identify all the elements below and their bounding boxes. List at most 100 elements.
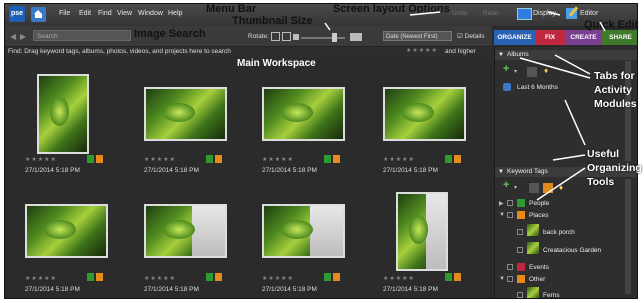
- thumbnail[interactable]: [262, 204, 345, 258]
- people-tag-icon: [206, 273, 213, 281]
- undo-button[interactable]: Undo: [452, 10, 468, 17]
- toolbar: ◀ ▶ Search Rotate: Date (Newest First) ☑…: [5, 26, 492, 47]
- keyword-other[interactable]: Other: [529, 276, 545, 283]
- rating-stars[interactable]: ★★★★★: [144, 275, 176, 282]
- add-keyword-icon[interactable]: +: [503, 179, 509, 191]
- editor-menu[interactable]: Editor: [580, 10, 598, 17]
- small-thumb-icon[interactable]: [293, 34, 299, 40]
- keyword-people[interactable]: People: [529, 200, 549, 207]
- edit-album-icon[interactable]: [527, 67, 537, 77]
- places-icon: [517, 211, 525, 219]
- keywords-scrollbar[interactable]: [625, 179, 631, 294]
- rating-stars[interactable]: ★★★★★: [262, 275, 294, 282]
- keyword-places[interactable]: Places: [529, 212, 549, 219]
- menu-file[interactable]: File: [59, 10, 70, 17]
- tab-create[interactable]: CREATE: [565, 30, 602, 45]
- places-tag-icon: [96, 155, 103, 163]
- slider-handle[interactable]: [332, 33, 337, 42]
- places-tag-icon: [215, 273, 222, 281]
- keyword-events[interactable]: Events: [529, 264, 549, 271]
- rating-stars[interactable]: ★★★★★: [144, 156, 176, 163]
- dropdown-arrow-icon[interactable]: ▾: [514, 68, 517, 75]
- menu-window[interactable]: Window: [138, 10, 163, 17]
- collapse-arrow-icon[interactable]: ▼: [498, 167, 504, 177]
- rotate-right-icon[interactable]: [282, 32, 291, 41]
- rating-stars[interactable]: ★★★★★: [383, 156, 415, 163]
- albums-title: Albums: [507, 51, 529, 58]
- thumbnail[interactable]: [383, 87, 466, 141]
- thumbnail[interactable]: [144, 87, 227, 141]
- add-album-icon[interactable]: +: [503, 63, 509, 75]
- places-tag-icon: [96, 273, 103, 281]
- details-checkbox[interactable]: ☑ Details: [457, 32, 485, 40]
- menu-edit[interactable]: Edit: [79, 10, 91, 17]
- filter-stars[interactable]: ★★★★★: [406, 47, 438, 54]
- tab-share[interactable]: SHARE: [602, 30, 637, 45]
- rating-stars[interactable]: ★★★★★: [25, 156, 57, 163]
- main-workspace-label: Main Workspace: [237, 58, 316, 69]
- collapse-arrow-icon[interactable]: ▼: [499, 212, 505, 218]
- and-higher-label: and higher: [445, 48, 476, 55]
- rotate-left-icon[interactable]: [271, 32, 280, 41]
- find-hint: Find: Drag keyword tags, albums, photos,…: [8, 48, 231, 55]
- ferns-checkbox[interactable]: [517, 292, 523, 298]
- people-tag-icon: [87, 273, 94, 281]
- places-tag-icon: [215, 155, 222, 163]
- find-bar[interactable]: Find: Drag keyword tags, albums, photos,…: [5, 47, 492, 57]
- tab-organize[interactable]: ORGANIZE: [494, 30, 535, 45]
- places-tag-icon: [454, 155, 461, 163]
- places-tag-icon: [333, 273, 340, 281]
- creatacious-garden-checkbox[interactable]: [517, 247, 523, 253]
- right-panel: ▼ Albums + ▾ ♦ Last 6 Months ▼ Keyword T…: [494, 47, 637, 298]
- collapse-arrow-icon[interactable]: ▼: [498, 50, 504, 60]
- back-porch-checkbox[interactable]: [517, 229, 523, 235]
- tag-filter-icon[interactable]: [543, 183, 553, 193]
- forward-arrow-icon[interactable]: ▶: [20, 32, 26, 41]
- thumbnail-date: 27/1/2014 5:18 PM: [144, 286, 199, 293]
- keyword-tags-header[interactable]: ▼ Keyword Tags: [495, 167, 637, 177]
- album-item[interactable]: Last 6 Months: [517, 84, 558, 91]
- menu-help[interactable]: Help: [168, 10, 182, 17]
- events-checkbox[interactable]: [507, 264, 513, 270]
- editor-icon: [566, 8, 577, 19]
- details-label: Details: [464, 33, 485, 40]
- other-checkbox[interactable]: [507, 276, 513, 282]
- rating-stars[interactable]: ★★★★★: [262, 156, 294, 163]
- bulb-icon: ♦: [559, 183, 564, 192]
- creatacious-garden-thumbnail: [527, 242, 539, 254]
- keyword-back-porch[interactable]: back porch: [543, 229, 575, 236]
- expand-arrow-icon[interactable]: ▶: [499, 200, 504, 207]
- albums-scrollbar[interactable]: [625, 61, 631, 161]
- people-checkbox[interactable]: [507, 200, 513, 206]
- thumbnail[interactable]: [262, 87, 345, 141]
- collapse-arrow-icon[interactable]: ▼: [499, 276, 505, 282]
- app-logo-icon: pse: [9, 6, 25, 22]
- menu-find[interactable]: Find: [98, 10, 112, 17]
- app-window: pse File Edit Find View Window Help Undo…: [4, 3, 638, 299]
- places-checkbox[interactable]: [507, 212, 513, 218]
- rating-stars[interactable]: ★★★★★: [25, 275, 57, 282]
- albums-header[interactable]: ▼ Albums: [495, 50, 637, 60]
- display-menu[interactable]: Display: [533, 10, 556, 17]
- keyword-creatacious-garden[interactable]: Creatacious Garden: [543, 247, 601, 254]
- sort-select[interactable]: Date (Newest First): [383, 31, 452, 41]
- thumbnail[interactable]: [25, 204, 108, 258]
- edit-keyword-icon[interactable]: [529, 183, 539, 193]
- dropdown-arrow-icon[interactable]: ▾: [514, 184, 517, 191]
- rating-stars[interactable]: ★★★★★: [383, 275, 415, 282]
- thumbnail-size-slider[interactable]: [301, 37, 345, 39]
- thumbnail[interactable]: [144, 204, 227, 258]
- menu-view[interactable]: View: [117, 10, 132, 17]
- search-input[interactable]: Search: [33, 30, 131, 41]
- large-thumb-icon[interactable]: [350, 33, 362, 41]
- keyword-ferns[interactable]: Ferns: [543, 292, 560, 298]
- tab-fix[interactable]: FIX: [535, 30, 565, 45]
- home-icon[interactable]: [31, 7, 46, 22]
- keyword-tags-title: Keyword Tags: [507, 168, 548, 175]
- back-arrow-icon[interactable]: ◀: [10, 32, 16, 41]
- places-tag-icon: [454, 273, 461, 281]
- people-tag-icon: [445, 273, 452, 281]
- thumbnail[interactable]: [396, 192, 448, 271]
- redo-button[interactable]: Redo: [483, 10, 499, 17]
- thumbnail[interactable]: [37, 74, 89, 154]
